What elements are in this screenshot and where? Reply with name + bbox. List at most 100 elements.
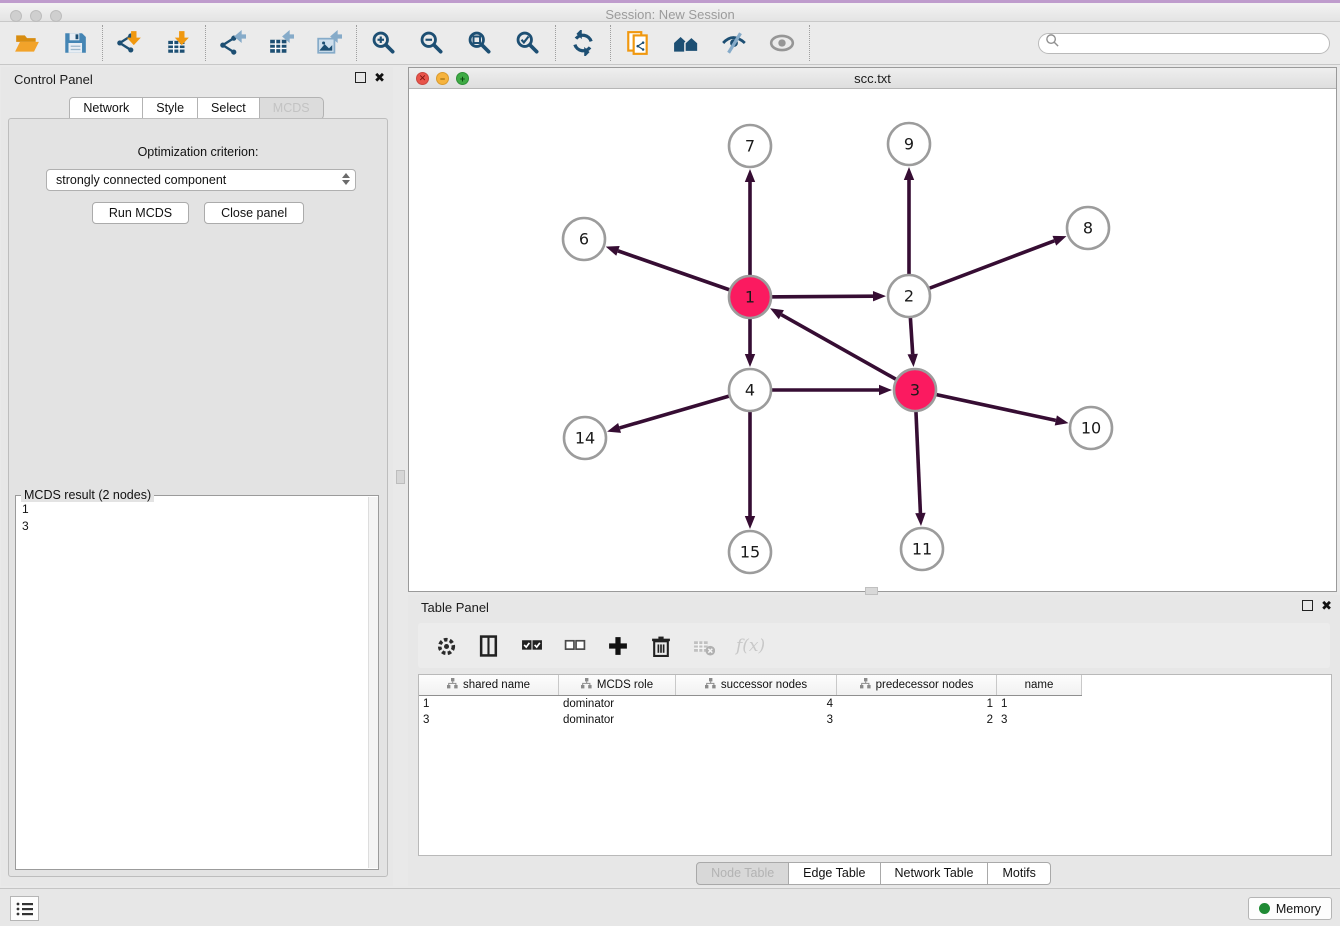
edge-2-8[interactable] bbox=[909, 241, 1054, 296]
run-mcds-button[interactable]: Run MCDS bbox=[92, 202, 189, 224]
main-toolbar bbox=[0, 22, 1340, 65]
table-header-row: shared name MCDS role successor nodes prede… bbox=[419, 675, 1082, 696]
tab-select[interactable]: Select bbox=[197, 97, 260, 120]
edge-arrowhead bbox=[908, 354, 918, 367]
delete-table-icon bbox=[693, 633, 715, 659]
table-cell: 3 bbox=[419, 714, 559, 726]
export-image-icon[interactable] bbox=[315, 29, 343, 57]
application-window: Session: New Session Control Panel ✖ Net… bbox=[0, 0, 1340, 926]
search-input[interactable] bbox=[1060, 35, 1329, 52]
import-table-icon[interactable] bbox=[164, 29, 192, 57]
show-columns-icon[interactable] bbox=[478, 633, 500, 659]
table-cell: 4 bbox=[676, 698, 837, 710]
column-header-MCDS-role[interactable]: MCDS role bbox=[559, 675, 676, 695]
memory-status-icon bbox=[1259, 903, 1270, 914]
toolbar-group bbox=[206, 25, 357, 61]
refresh-layout-icon[interactable] bbox=[569, 29, 597, 57]
splitter-handle[interactable] bbox=[396, 470, 405, 484]
panel-splitter[interactable] bbox=[393, 67, 408, 886]
node-label-4: 4 bbox=[745, 381, 755, 400]
open-session-icon[interactable] bbox=[13, 29, 41, 57]
column-label: predecessor nodes bbox=[876, 679, 974, 691]
toolbar-group bbox=[103, 25, 206, 61]
zoom-in-icon[interactable] bbox=[370, 29, 398, 57]
zoom-selected-icon[interactable] bbox=[514, 29, 542, 57]
table-cell: dominator bbox=[559, 714, 676, 726]
select-all-icon[interactable] bbox=[521, 633, 543, 659]
column-settings-icon[interactable] bbox=[435, 633, 457, 659]
export-network-icon[interactable] bbox=[219, 29, 247, 57]
first-neighbors-icon[interactable] bbox=[672, 29, 700, 57]
node-label-14: 14 bbox=[575, 429, 595, 448]
export-table-icon[interactable] bbox=[267, 29, 295, 57]
column-label: successor nodes bbox=[721, 679, 807, 691]
tab-node-table[interactable]: Node Table bbox=[696, 862, 789, 885]
hide-selected-icon[interactable] bbox=[720, 29, 748, 57]
memory-button[interactable]: Memory bbox=[1248, 897, 1332, 920]
column-header-shared-name[interactable]: shared name bbox=[419, 675, 559, 695]
network-graph[interactable]: 7968124314101511 bbox=[409, 89, 1336, 591]
save-session-icon[interactable] bbox=[61, 29, 89, 57]
memory-label: Memory bbox=[1276, 902, 1321, 916]
table-panel-title: Table Panel bbox=[421, 600, 489, 615]
tab-network-table[interactable]: Network Table bbox=[880, 862, 989, 885]
delete-row-icon[interactable] bbox=[650, 633, 672, 659]
show-all-icon[interactable] bbox=[768, 29, 796, 57]
criterion-dropdown[interactable]: strongly connected component bbox=[46, 169, 356, 191]
node-label-1: 1 bbox=[745, 288, 755, 307]
edge-arrowhead bbox=[1052, 236, 1066, 246]
node-label-3: 3 bbox=[910, 381, 920, 400]
task-history-button[interactable] bbox=[10, 896, 39, 921]
edge-arrowhead bbox=[607, 423, 621, 433]
column-label: name bbox=[1025, 679, 1054, 691]
sort-hierarchy-icon bbox=[447, 678, 458, 692]
add-row-icon[interactable] bbox=[607, 633, 629, 659]
edge-arrowhead bbox=[745, 516, 755, 529]
new-network-from-selection-icon[interactable] bbox=[624, 29, 652, 57]
float-panel-icon[interactable] bbox=[355, 72, 366, 83]
tab-motifs[interactable]: Motifs bbox=[987, 862, 1050, 885]
float-table-panel-icon[interactable] bbox=[1302, 600, 1313, 611]
zoom-fit-icon[interactable] bbox=[466, 29, 494, 57]
tab-style[interactable]: Style bbox=[142, 97, 198, 120]
status-bar: Memory bbox=[0, 888, 1340, 926]
table-row[interactable]: 1dominator411 bbox=[419, 696, 1331, 712]
tab-edge-table[interactable]: Edge Table bbox=[788, 862, 880, 885]
search-icon bbox=[1045, 33, 1060, 53]
network-resize-handle[interactable] bbox=[865, 587, 878, 595]
node-label-11: 11 bbox=[912, 540, 932, 559]
tab-mcds[interactable]: MCDS bbox=[259, 97, 324, 120]
search-box[interactable] bbox=[1038, 33, 1330, 54]
edge-arrowhead bbox=[904, 167, 914, 180]
window-title: Session: New Session bbox=[0, 7, 1340, 22]
edge-3-1[interactable] bbox=[781, 315, 915, 390]
window-titlebar: Session: New Session bbox=[0, 0, 1340, 22]
node-label-9: 9 bbox=[904, 135, 914, 154]
column-header-name[interactable]: name bbox=[997, 675, 1082, 695]
close-panel-button[interactable]: Close panel bbox=[204, 202, 304, 224]
deselect-all-icon[interactable] bbox=[564, 633, 586, 659]
node-table[interactable]: shared name MCDS role successor nodes prede… bbox=[418, 674, 1332, 856]
node-label-10: 10 bbox=[1081, 419, 1101, 438]
table-row[interactable]: 3dominator323 bbox=[419, 712, 1331, 728]
table-toolbar: f(x) bbox=[418, 623, 1330, 668]
close-table-panel-icon[interactable]: ✖ bbox=[1321, 600, 1332, 611]
mcds-result-text[interactable]: 1 3 bbox=[16, 498, 367, 869]
column-header-predecessor-nodes[interactable]: predecessor nodes bbox=[837, 675, 997, 695]
network-window-titlebar[interactable]: ✕ − + scc.txt bbox=[409, 68, 1336, 89]
column-label: shared name bbox=[463, 679, 530, 691]
table-cell: 2 bbox=[837, 714, 997, 726]
toolbar-group bbox=[357, 25, 556, 61]
tab-network[interactable]: Network bbox=[69, 97, 143, 120]
edge-arrowhead bbox=[915, 513, 925, 526]
node-label-15: 15 bbox=[740, 543, 760, 562]
close-panel-icon[interactable]: ✖ bbox=[374, 72, 385, 83]
table-cell: 1 bbox=[837, 698, 997, 710]
import-network-icon[interactable] bbox=[116, 29, 144, 57]
column-header-successor-nodes[interactable]: successor nodes bbox=[676, 675, 837, 695]
control-panel-header: Control Panel ✖ bbox=[1, 67, 393, 93]
node-label-6: 6 bbox=[579, 230, 589, 249]
zoom-out-icon[interactable] bbox=[418, 29, 446, 57]
table-cell: 3 bbox=[676, 714, 837, 726]
result-scrollbar[interactable] bbox=[368, 497, 378, 868]
